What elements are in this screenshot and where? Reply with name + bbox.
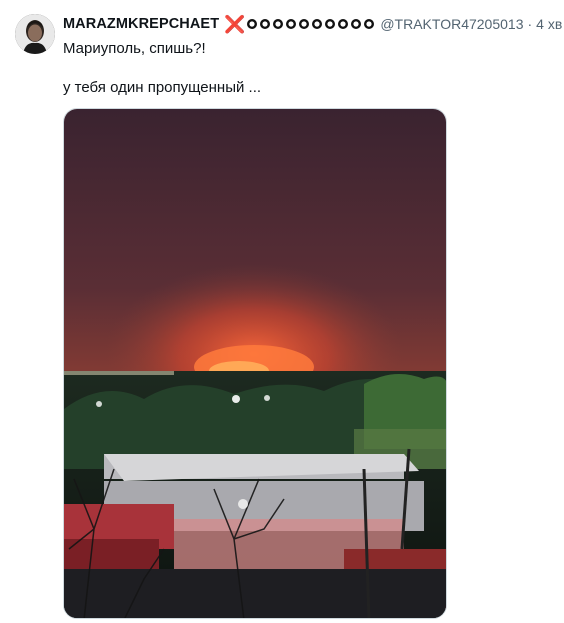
cross-mark-icon: ❌ (224, 14, 246, 34)
ring-badge-icon (299, 19, 310, 29)
tweet-media-photo[interactable] (63, 108, 447, 619)
ring-badge-icon (273, 19, 284, 29)
ring-badge-icon (247, 19, 258, 29)
night-fire-photo (64, 109, 446, 618)
ring-badge-icon (325, 19, 336, 29)
tweet[interactable]: MARAZMKREPCHAET ❌ @TRAKTOR47205013 · 4 х… (0, 0, 564, 623)
ring-badge-icon (351, 19, 362, 29)
ring-badge-icon (260, 19, 271, 29)
ring-badge-icon (312, 19, 323, 29)
avatar[interactable] (15, 14, 55, 54)
author-handle[interactable]: @TRAKTOR47205013 (380, 16, 523, 32)
tweet-header: MARAZMKREPCHAET ❌ @TRAKTOR47205013 · 4 х… (63, 14, 562, 34)
timestamp[interactable]: 4 хв (536, 16, 562, 32)
author-name[interactable]: MARAZMKREPCHAET (63, 16, 219, 32)
separator-dot: · (527, 16, 533, 32)
tweet-text-line-2: у тебя один пропущенный ... (63, 79, 262, 96)
ring-badge-icon (338, 19, 349, 29)
avatar-image (15, 14, 55, 54)
ring-badge-icon (286, 19, 297, 29)
tweet-text-line-1: Мариуполь, спишь?! (63, 40, 206, 57)
ring-badge-icon (364, 19, 375, 29)
badge-row (246, 18, 376, 30)
